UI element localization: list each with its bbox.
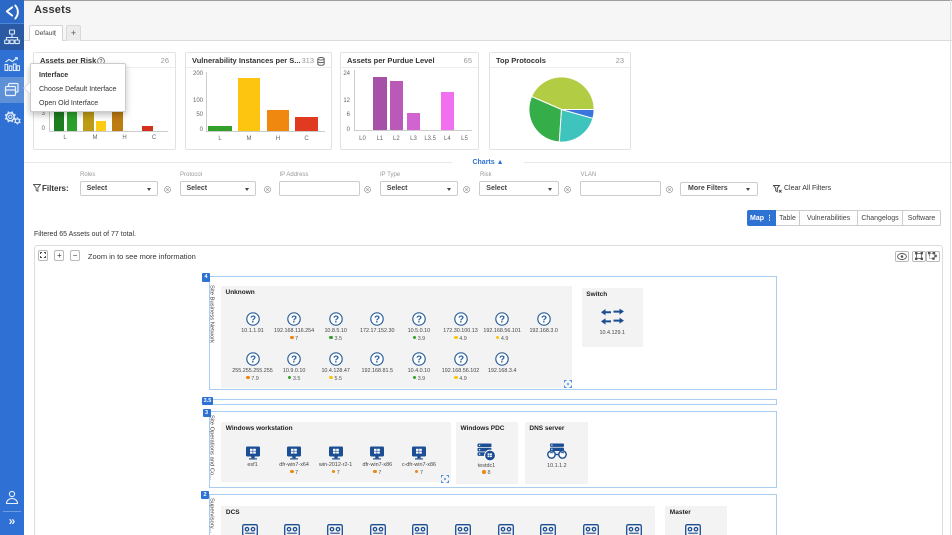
svg-text:?: ? <box>333 314 339 325</box>
svg-text:?: ? <box>416 354 422 365</box>
svg-text:?: ? <box>291 354 297 365</box>
svg-text:?: ? <box>457 314 463 325</box>
svg-text:?: ? <box>333 354 339 365</box>
svg-text:?: ? <box>291 314 297 325</box>
svg-text:?: ? <box>374 314 380 325</box>
svg-text:?: ? <box>249 314 255 325</box>
svg-text:?: ? <box>249 354 255 365</box>
svg-text:?: ? <box>499 314 505 325</box>
svg-text:?: ? <box>499 354 505 365</box>
svg-text:?: ? <box>541 314 547 325</box>
svg-text:?: ? <box>416 314 422 325</box>
svg-text:?: ? <box>374 354 380 365</box>
svg-text:?: ? <box>457 354 463 365</box>
